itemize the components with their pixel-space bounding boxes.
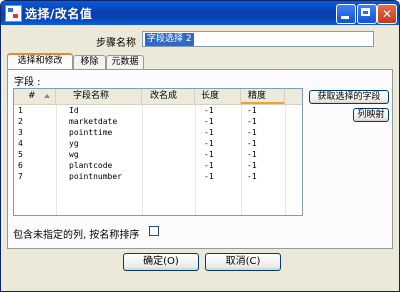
table-header: # 字段名称 改名成 长度 精度	[14, 89, 302, 105]
cancel-button[interactable]: 取消(C)	[205, 253, 281, 271]
length-cell[interactable]: -1	[204, 160, 214, 171]
field-name-cell[interactable]: marketdate	[69, 116, 117, 127]
sort-arrow-icon	[44, 94, 50, 98]
column-header-spare	[285, 89, 302, 104]
table-row[interactable]: 4 yg -1 -1	[14, 138, 302, 149]
field-name-cell[interactable]: plantcode	[69, 160, 112, 171]
minimize-icon	[341, 16, 349, 19]
table-row[interactable]: 7 pointnumber -1 -1	[14, 171, 302, 182]
title-bar[interactable]: 选择/改名值 ✕	[1, 1, 399, 25]
tab-remove[interactable]: 移除	[73, 55, 106, 69]
row-number: 3	[18, 128, 23, 137]
field-name-cell[interactable]: yg	[69, 138, 79, 149]
dialog-window: 选择/改名值 ✕ 步骤名称 字段选择 2 选择和修改 移除 元数据 字段 : #…	[0, 0, 400, 292]
precision-cell[interactable]: -1	[247, 171, 257, 182]
ok-button[interactable]: 确定(O)	[123, 253, 199, 271]
column-header-name[interactable]: 字段名称	[56, 89, 142, 104]
step-name-value: 字段选择 2	[145, 33, 194, 46]
column-header-length[interactable]: 长度	[195, 89, 241, 104]
field-name-cell[interactable]: wg	[69, 149, 79, 160]
precision-cell[interactable]: -1	[247, 116, 257, 127]
precision-cell[interactable]: -1	[247, 138, 257, 149]
fields-label: 字段 :	[14, 77, 41, 88]
length-cell[interactable]: -1	[204, 127, 214, 138]
include-unspecified-label: 包含未指定的列, 按名称排序	[13, 230, 140, 241]
minimize-button[interactable]	[336, 4, 356, 24]
fields-table[interactable]: # 字段名称 改名成 长度 精度 1 Id -1 -1 2 marketdate…	[13, 88, 303, 216]
field-name-cell[interactable]: pointtime	[69, 127, 112, 138]
table-row[interactable]: 3 pointtime -1 -1	[14, 127, 302, 138]
row-number: 6	[18, 161, 23, 170]
column-mapping-button[interactable]: 列映射	[353, 108, 389, 122]
table-row[interactable]: 1 Id -1 -1	[14, 105, 302, 116]
precision-cell[interactable]: -1	[247, 149, 257, 160]
table-body: 1 Id -1 -1 2 marketdate -1 -1 3 pointtim…	[14, 105, 302, 215]
include-unspecified-checkbox[interactable]	[149, 226, 159, 236]
precision-cell[interactable]: -1	[247, 127, 257, 138]
length-cell[interactable]: -1	[204, 171, 214, 182]
table-row[interactable]: 6 plantcode -1 -1	[14, 160, 302, 171]
app-icon	[5, 5, 22, 22]
precision-cell[interactable]: -1	[247, 160, 257, 171]
row-number: 4	[18, 139, 23, 148]
row-number: 5	[18, 150, 23, 159]
maximize-icon	[361, 8, 370, 16]
tab-select-modify[interactable]: 选择和修改	[7, 53, 73, 70]
table-row[interactable]: 2 marketdate -1 -1	[14, 116, 302, 127]
close-icon: ✕	[381, 7, 393, 21]
row-number: 1	[18, 106, 23, 115]
table-row[interactable]: 5 wg -1 -1	[14, 149, 302, 160]
row-number: 2	[18, 117, 23, 126]
column-header-rename[interactable]: 改名成	[142, 89, 195, 104]
length-cell[interactable]: -1	[204, 138, 214, 149]
close-button[interactable]: ✕	[377, 4, 397, 24]
step-name-label: 步骤名称	[96, 38, 136, 49]
length-cell[interactable]: -1	[204, 116, 214, 127]
column-header-num[interactable]: #	[14, 89, 56, 104]
step-name-input[interactable]: 字段选择 2	[142, 31, 374, 47]
row-number: 7	[18, 172, 23, 181]
field-name-cell[interactable]: Id	[69, 105, 79, 116]
tab-metadata[interactable]: 元数据	[106, 55, 144, 69]
precision-cell[interactable]: -1	[247, 105, 257, 116]
column-header-precision[interactable]: 精度	[241, 89, 285, 104]
maximize-button[interactable]	[357, 4, 377, 24]
length-cell[interactable]: -1	[204, 105, 214, 116]
length-cell[interactable]: -1	[204, 149, 214, 160]
tab-panel: 字段 : # 字段名称 改名成 长度 精度 1 Id -1 -1 2 marke…	[7, 69, 393, 249]
get-selected-fields-button[interactable]: 获取选择的字段	[309, 90, 389, 104]
window-title: 选择/改名值	[25, 7, 93, 21]
field-name-cell[interactable]: pointnumber	[69, 171, 122, 182]
